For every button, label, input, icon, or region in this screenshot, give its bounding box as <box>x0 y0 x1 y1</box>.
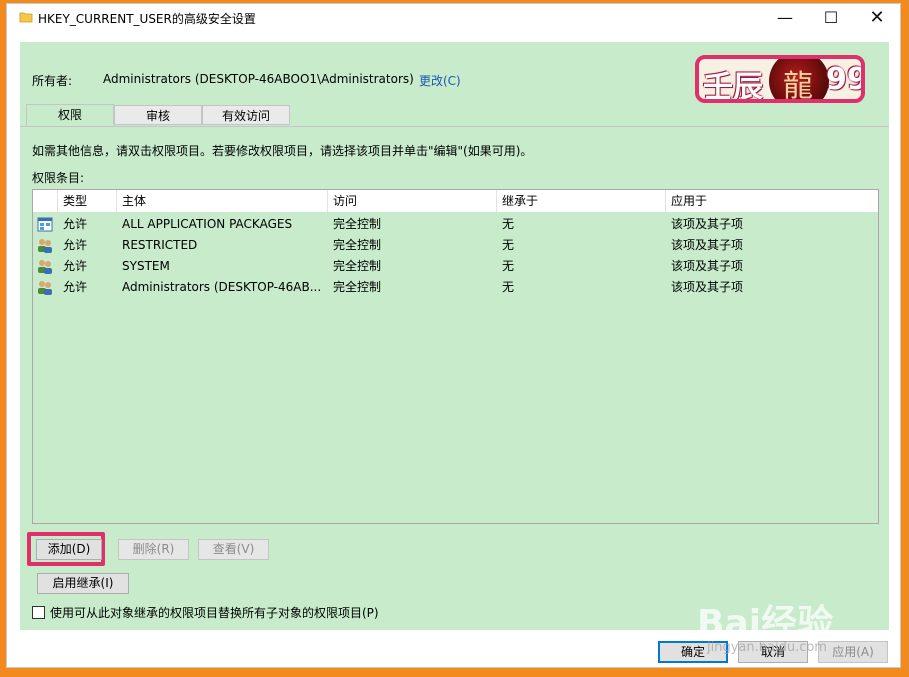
column-header-access[interactable]: 访问 <box>328 190 497 212</box>
row-access: 完全控制 <box>333 238 382 252</box>
column-header-principal[interactable]: 主体 <box>117 190 328 212</box>
row-type: 允许 <box>63 259 88 273</box>
logo-text-left: 壬辰 <box>703 70 763 103</box>
table-row[interactable]: 允许 Administrators (DESKTOP-46AB... 完全控制 … <box>33 277 878 298</box>
dragon-emblem-icon: 龍 <box>769 59 829 103</box>
owner-value: Administrators (DESKTOP-46ABOO1\Administ… <box>103 72 414 86</box>
view-button[interactable]: 查看(V) <box>198 539 269 560</box>
column-header-applies-to[interactable]: 应用于 <box>666 190 878 212</box>
tab-auditing[interactable]: 审核 <box>114 105 202 125</box>
enable-inheritance-button[interactable]: 启用继承(I) <box>37 573 129 594</box>
tab-effective-access[interactable]: 有效访问 <box>202 105 290 125</box>
owner-label: 所有者: <box>32 74 73 88</box>
table-row[interactable]: 允许 RESTRICTED 完全控制 无 该项及其子项 <box>33 235 878 256</box>
window-title: HKEY_CURRENT_USER的高级安全设置 <box>38 12 256 26</box>
user-group-icon <box>38 260 52 274</box>
dialog-content: 所有者: Administrators (DESKTOP-46ABOO1\Adm… <box>20 42 889 630</box>
row-principal: RESTRICTED <box>122 238 198 252</box>
row-principal: ALL APPLICATION PACKAGES <box>122 217 293 231</box>
maximize-icon[interactable]: ☐ <box>808 4 854 32</box>
permission-entries-label: 权限条目: <box>32 171 85 185</box>
add-button[interactable]: 添加(D) <box>36 539 102 560</box>
column-header-type[interactable]: 类型 <box>58 190 117 212</box>
row-access: 完全控制 <box>333 217 382 231</box>
advanced-security-dialog: HKEY_CURRENT_USER的高级安全设置 — ☐ ✕ 所有者: Admi… <box>6 3 901 668</box>
replace-child-permissions-checkbox[interactable] <box>32 606 45 619</box>
table-row[interactable]: 允许 ALL APPLICATION PACKAGES 完全控制 无 该项及其子… <box>33 214 878 235</box>
list-header: 类型 主体 访问 继承于 应用于 <box>33 190 878 212</box>
row-applies: 该项及其子项 <box>671 259 744 273</box>
minimize-icon[interactable]: — <box>762 4 808 32</box>
row-principal: Administrators (DESKTOP-46AB... <box>122 280 322 294</box>
row-inherited: 无 <box>502 238 515 252</box>
folder-icon <box>19 12 33 23</box>
row-type: 允许 <box>63 280 88 294</box>
row-inherited: 无 <box>502 280 515 294</box>
table-row[interactable]: 允许 SYSTEM 完全控制 无 该项及其子项 <box>33 256 878 277</box>
permission-entries-list[interactable]: 类型 主体 访问 继承于 应用于 允许 ALL APPLICATION PACK… <box>32 189 879 524</box>
info-text: 如需其他信息，请双击权限项目。若要修改权限项目，请选择该项目并单击"编辑"(如果… <box>32 144 533 158</box>
close-icon[interactable]: ✕ <box>854 4 900 32</box>
title-bar[interactable]: HKEY_CURRENT_USER的高级安全设置 — ☐ ✕ <box>7 4 900 32</box>
row-type: 允许 <box>63 217 88 231</box>
row-access: 完全控制 <box>333 259 382 273</box>
baidu-watermark-url: jingyan.baidu.com <box>707 640 827 655</box>
row-applies: 该项及其子项 <box>671 217 744 231</box>
column-header-icon <box>33 190 58 212</box>
row-inherited: 无 <box>502 217 515 231</box>
row-principal: SYSTEM <box>122 259 170 273</box>
column-header-inherited-from[interactable]: 继承于 <box>497 190 666 212</box>
baidu-watermark: Bai经验 <box>697 603 834 644</box>
row-type: 允许 <box>63 238 88 252</box>
user-group-icon <box>38 239 52 253</box>
change-owner-link[interactable]: 更改(C) <box>419 72 461 89</box>
watermark-logo: 壬辰 龍 99 <box>695 55 865 103</box>
row-access: 完全控制 <box>333 280 382 294</box>
row-inherited: 无 <box>502 259 515 273</box>
replace-child-permissions-label[interactable]: 使用可从此对象继承的权限项目替换所有子对象的权限项目(P) <box>50 604 379 621</box>
row-applies: 该项及其子项 <box>671 238 744 252</box>
logo-text-right: 99 <box>826 62 865 97</box>
app-packages-icon <box>37 217 53 232</box>
row-applies: 该项及其子项 <box>671 280 744 294</box>
dragon-glyph: 龍 <box>783 69 813 103</box>
tab-divider <box>20 126 889 127</box>
remove-button[interactable]: 删除(R) <box>118 539 189 560</box>
tab-permissions[interactable]: 权限 <box>26 104 114 126</box>
user-group-icon <box>38 281 52 295</box>
